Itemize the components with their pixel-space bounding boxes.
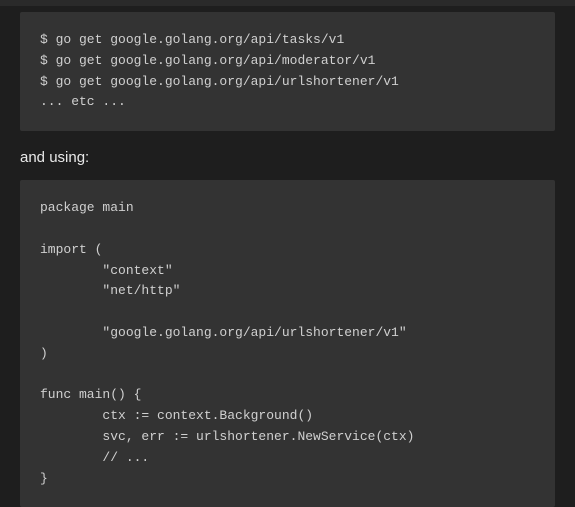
prose-text: and using: [20,149,555,166]
document-container: $ go get google.golang.org/api/tasks/v1 … [0,0,575,507]
shell-code-block: $ go get google.golang.org/api/tasks/v1 … [20,12,555,131]
header-strip [0,0,575,6]
go-code-block: package main import ( "context" "net/htt… [20,180,555,507]
